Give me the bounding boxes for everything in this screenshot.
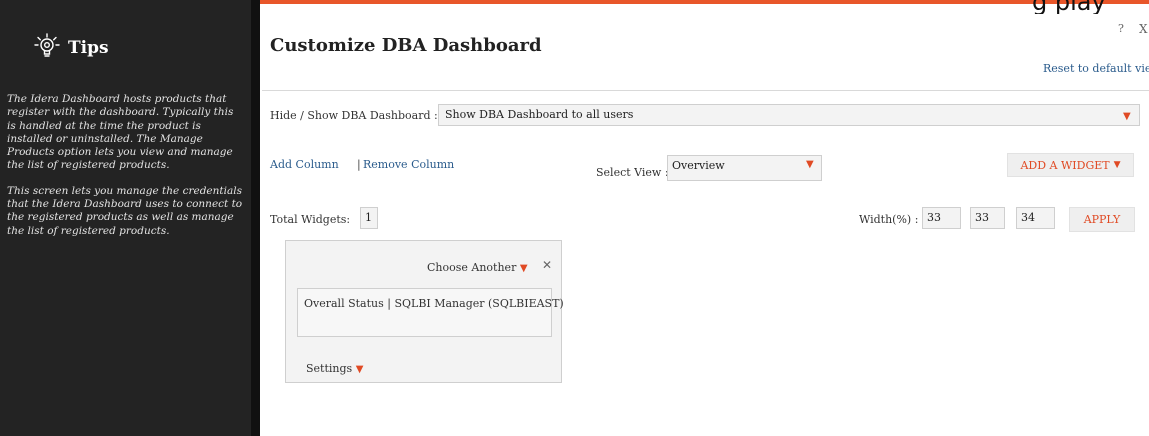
total-widgets-field[interactable]: 1 <box>360 207 378 229</box>
close-button[interactable]: X <box>1139 22 1148 36</box>
dialog-title: Customize DBA Dashboard <box>270 35 542 56</box>
chevron-down-icon: ▼ <box>519 263 528 274</box>
tips-header: Tips <box>34 33 109 63</box>
width-field-1[interactable]: 33 <box>922 207 961 229</box>
add-widget-arrow-icon: ▼ <box>1113 160 1121 170</box>
select-view-label: Select View : <box>596 166 669 179</box>
visibility-value: Show DBA Dashboard to all users <box>445 108 634 121</box>
width-label: Width(%) : <box>859 213 919 226</box>
settings-label: Settings <box>306 362 353 375</box>
widget-content: Overall Status | SQLBI Manager (SQLBIEAS… <box>297 288 564 337</box>
tips-paragraph: The Idera Dashboard hosts products that … <box>7 93 234 172</box>
cut-off-text: g play <box>1032 0 1106 14</box>
visibility-dropdown-arrow-icon[interactable]: ▼ <box>1123 112 1131 122</box>
select-view-dropdown[interactable]: Overview <box>667 155 822 181</box>
select-view-arrow-icon[interactable]: ▼ <box>806 160 814 170</box>
widget-settings-dropdown[interactable]: Settings ▼ <box>306 362 363 375</box>
choose-another-dropdown[interactable]: Choose Another ▼ <box>427 261 528 274</box>
chevron-down-icon: ▼ <box>355 364 364 375</box>
sidebar-edge <box>251 0 260 436</box>
select-view-value: Overview <box>672 159 725 172</box>
header-divider <box>262 90 1149 91</box>
tips-title: Tips <box>68 38 109 58</box>
add-column-link[interactable]: Add Column <box>270 158 339 171</box>
width-field-2[interactable]: 33 <box>970 207 1005 229</box>
reset-default-view-link[interactable]: Reset to default view <box>1043 62 1149 75</box>
add-widget-button[interactable]: ADD A WIDGET ▼ <box>1007 153 1134 177</box>
lightbulb-icon <box>34 33 60 63</box>
top-accent-bar: g play <box>260 0 1149 14</box>
visibility-label: Hide / Show DBA Dashboard : <box>270 109 438 122</box>
remove-column-link[interactable]: Remove Column <box>363 158 454 171</box>
column-link-separator: | <box>357 158 361 171</box>
accent-line <box>260 0 1149 4</box>
visibility-select[interactable]: Show DBA Dashboard to all users <box>438 104 1140 126</box>
total-widgets-label: Total Widgets: <box>270 213 351 226</box>
choose-another-label: Choose Another <box>427 261 517 274</box>
tips-paragraph: This screen lets you manage the credenti… <box>7 184 243 237</box>
help-button[interactable]: ? <box>1118 22 1124 35</box>
apply-button[interactable]: APPLY <box>1069 207 1135 232</box>
tips-sidebar: Tips The Idera Dashboard hosts products … <box>0 0 251 436</box>
widget-close-icon[interactable]: ✕ <box>542 258 552 272</box>
width-field-3[interactable]: 34 <box>1016 207 1055 229</box>
add-widget-label: ADD A WIDGET <box>1020 158 1110 172</box>
widget-card: Choose Another ▼ ✕ Overall Status | SQLB… <box>285 240 564 383</box>
tips-body: The Idera Dashboard hosts products that … <box>7 93 243 250</box>
